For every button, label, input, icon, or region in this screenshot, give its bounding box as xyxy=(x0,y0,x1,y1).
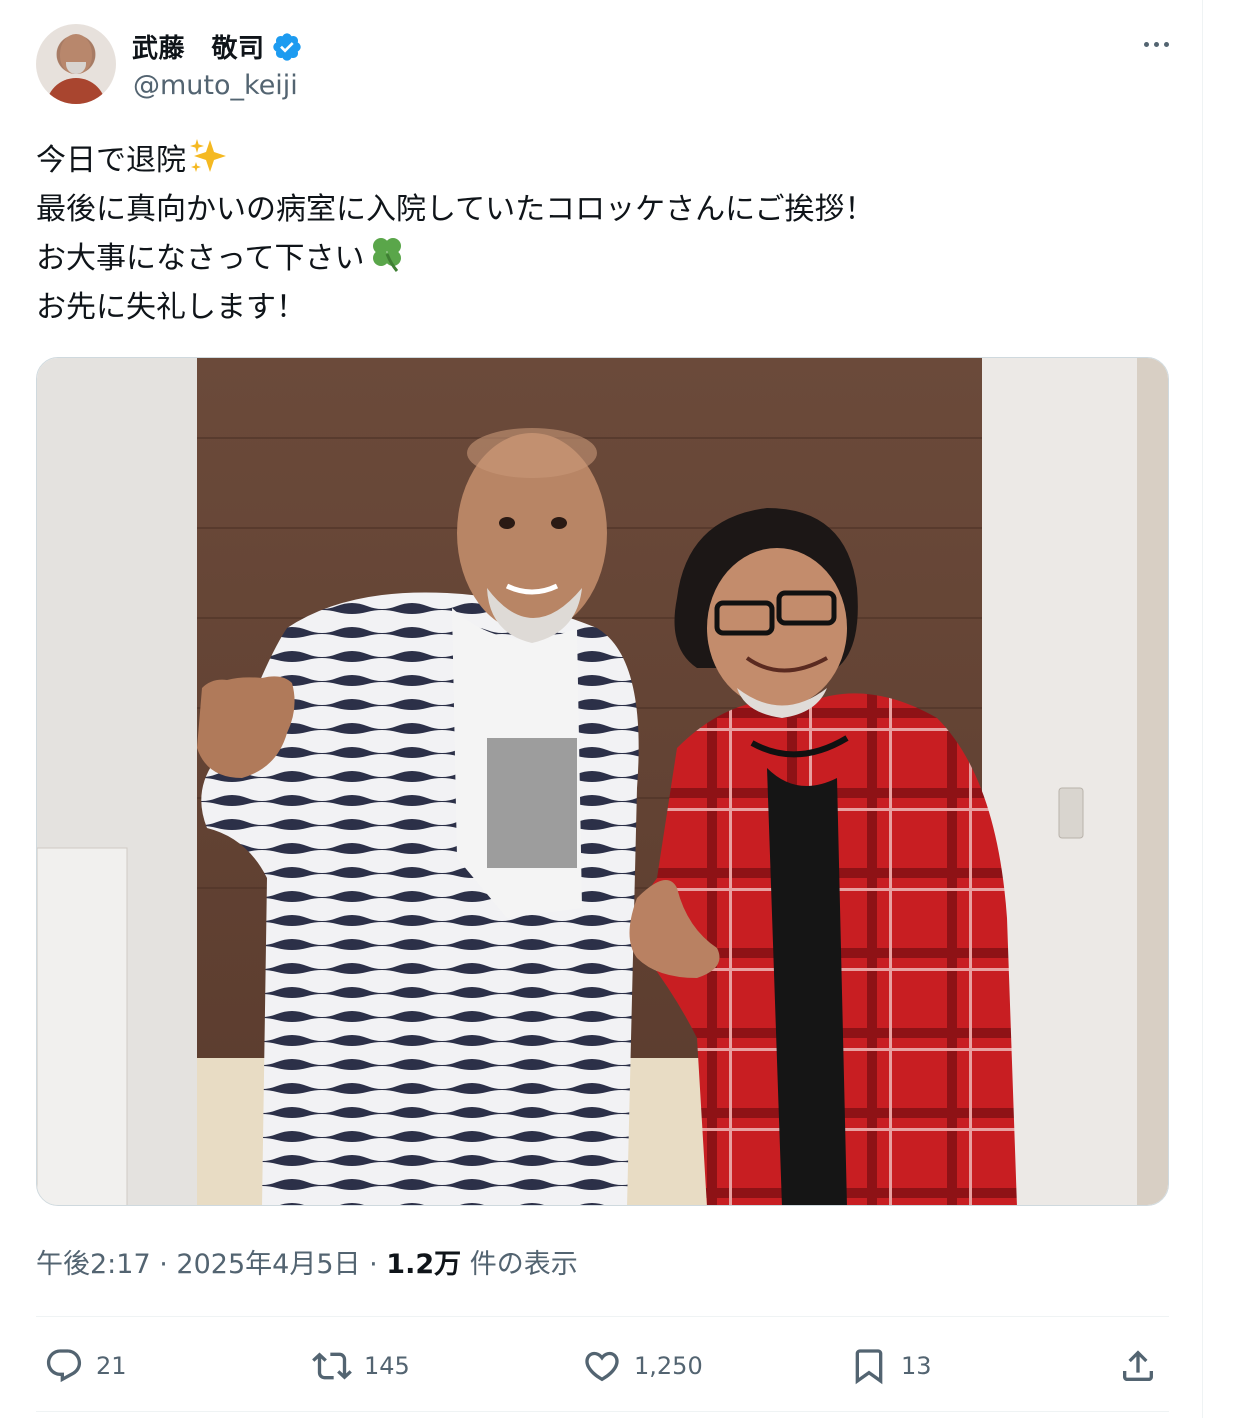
handle[interactable]: @muto_keiji xyxy=(133,70,298,101)
bookmark-button[interactable]: 13 xyxy=(849,1334,932,1398)
tweet-line-text: お先に失礼します！ xyxy=(36,290,306,325)
tweet-header: 武藤 敬司 @muto_keiji xyxy=(36,22,1176,106)
more-options-button[interactable] xyxy=(1136,30,1176,58)
tweet-meta: 午後2:17 · 2025年4月5日 · 1.2万 件の表示 xyxy=(36,1242,578,1281)
tweet-date[interactable]: 2025年4月5日 xyxy=(176,1249,360,1280)
tweet-line-text: 今日で退院 xyxy=(36,143,186,178)
more-dot-icon xyxy=(1143,41,1149,47)
divider xyxy=(36,1411,1169,1412)
photo-illustration xyxy=(37,358,1168,1205)
four-leaf-clover-icon xyxy=(372,238,401,272)
like-button[interactable]: 1,250 xyxy=(582,1334,703,1398)
tweet-photo[interactable] xyxy=(36,357,1169,1206)
divider xyxy=(36,1316,1169,1317)
more-dot-icon xyxy=(1163,41,1169,47)
tweet-line: 最後に真向かいの病室に入院していたコロッケさんにご挨拶！ xyxy=(36,185,1176,234)
repost-count: 145 xyxy=(364,1352,410,1380)
tweet-line: お大事になさって下さい xyxy=(36,234,1176,283)
tweet-line-text: お大事になさって下さい xyxy=(36,241,365,276)
sparkles-icon xyxy=(190,139,226,172)
tweet-line: 今日で退院 xyxy=(36,136,1176,185)
verified-badge-icon xyxy=(272,32,301,61)
meta-separator: · xyxy=(159,1249,168,1280)
heart-icon xyxy=(585,1351,619,1382)
tweet-line-text: 最後に真向かいの病室に入院していたコロッケさんにご挨拶！ xyxy=(36,192,875,227)
avatar[interactable] xyxy=(36,24,116,104)
tweet-time[interactable]: 午後2:17 xyxy=(36,1249,151,1280)
tweet-frame: 武藤 敬司 @muto_keiji 今日で退院 最後に真向かいの病室に入院してい… xyxy=(0,0,1203,1418)
shirt-print xyxy=(487,738,577,868)
avatar-shirt xyxy=(46,78,106,104)
person-right-head xyxy=(707,548,847,708)
curtain xyxy=(1137,358,1168,1205)
action-bar: 21 145 1,250 13 xyxy=(36,1334,1169,1398)
display-name[interactable]: 武藤 敬司 xyxy=(132,28,303,65)
tweet-line: お先に失礼します！ xyxy=(36,283,1176,332)
light-switch xyxy=(1058,787,1084,839)
bookmark-count: 13 xyxy=(901,1352,932,1380)
display-name-text: 武藤 敬司 xyxy=(132,34,265,64)
more-dot-icon xyxy=(1153,41,1159,47)
share-icon xyxy=(1123,1350,1153,1381)
tweet-text: 今日で退院 最後に真向かいの病室に入院していたコロッケさんにご挨拶！ お大事にな… xyxy=(36,136,1176,332)
repost-icon xyxy=(312,1352,352,1380)
like-count: 1,250 xyxy=(634,1352,703,1380)
reply-count: 21 xyxy=(96,1352,127,1380)
reply-icon xyxy=(46,1349,82,1383)
cabinet xyxy=(37,847,128,1205)
bookmark-icon xyxy=(855,1349,883,1385)
views-label: 件の表示 xyxy=(469,1249,578,1280)
share-button[interactable] xyxy=(1118,1334,1158,1398)
repost-button[interactable]: 145 xyxy=(312,1334,410,1398)
meta-separator: · xyxy=(369,1249,378,1280)
reply-button[interactable]: 21 xyxy=(44,1334,127,1398)
views-count: 1.2万 xyxy=(386,1249,462,1280)
